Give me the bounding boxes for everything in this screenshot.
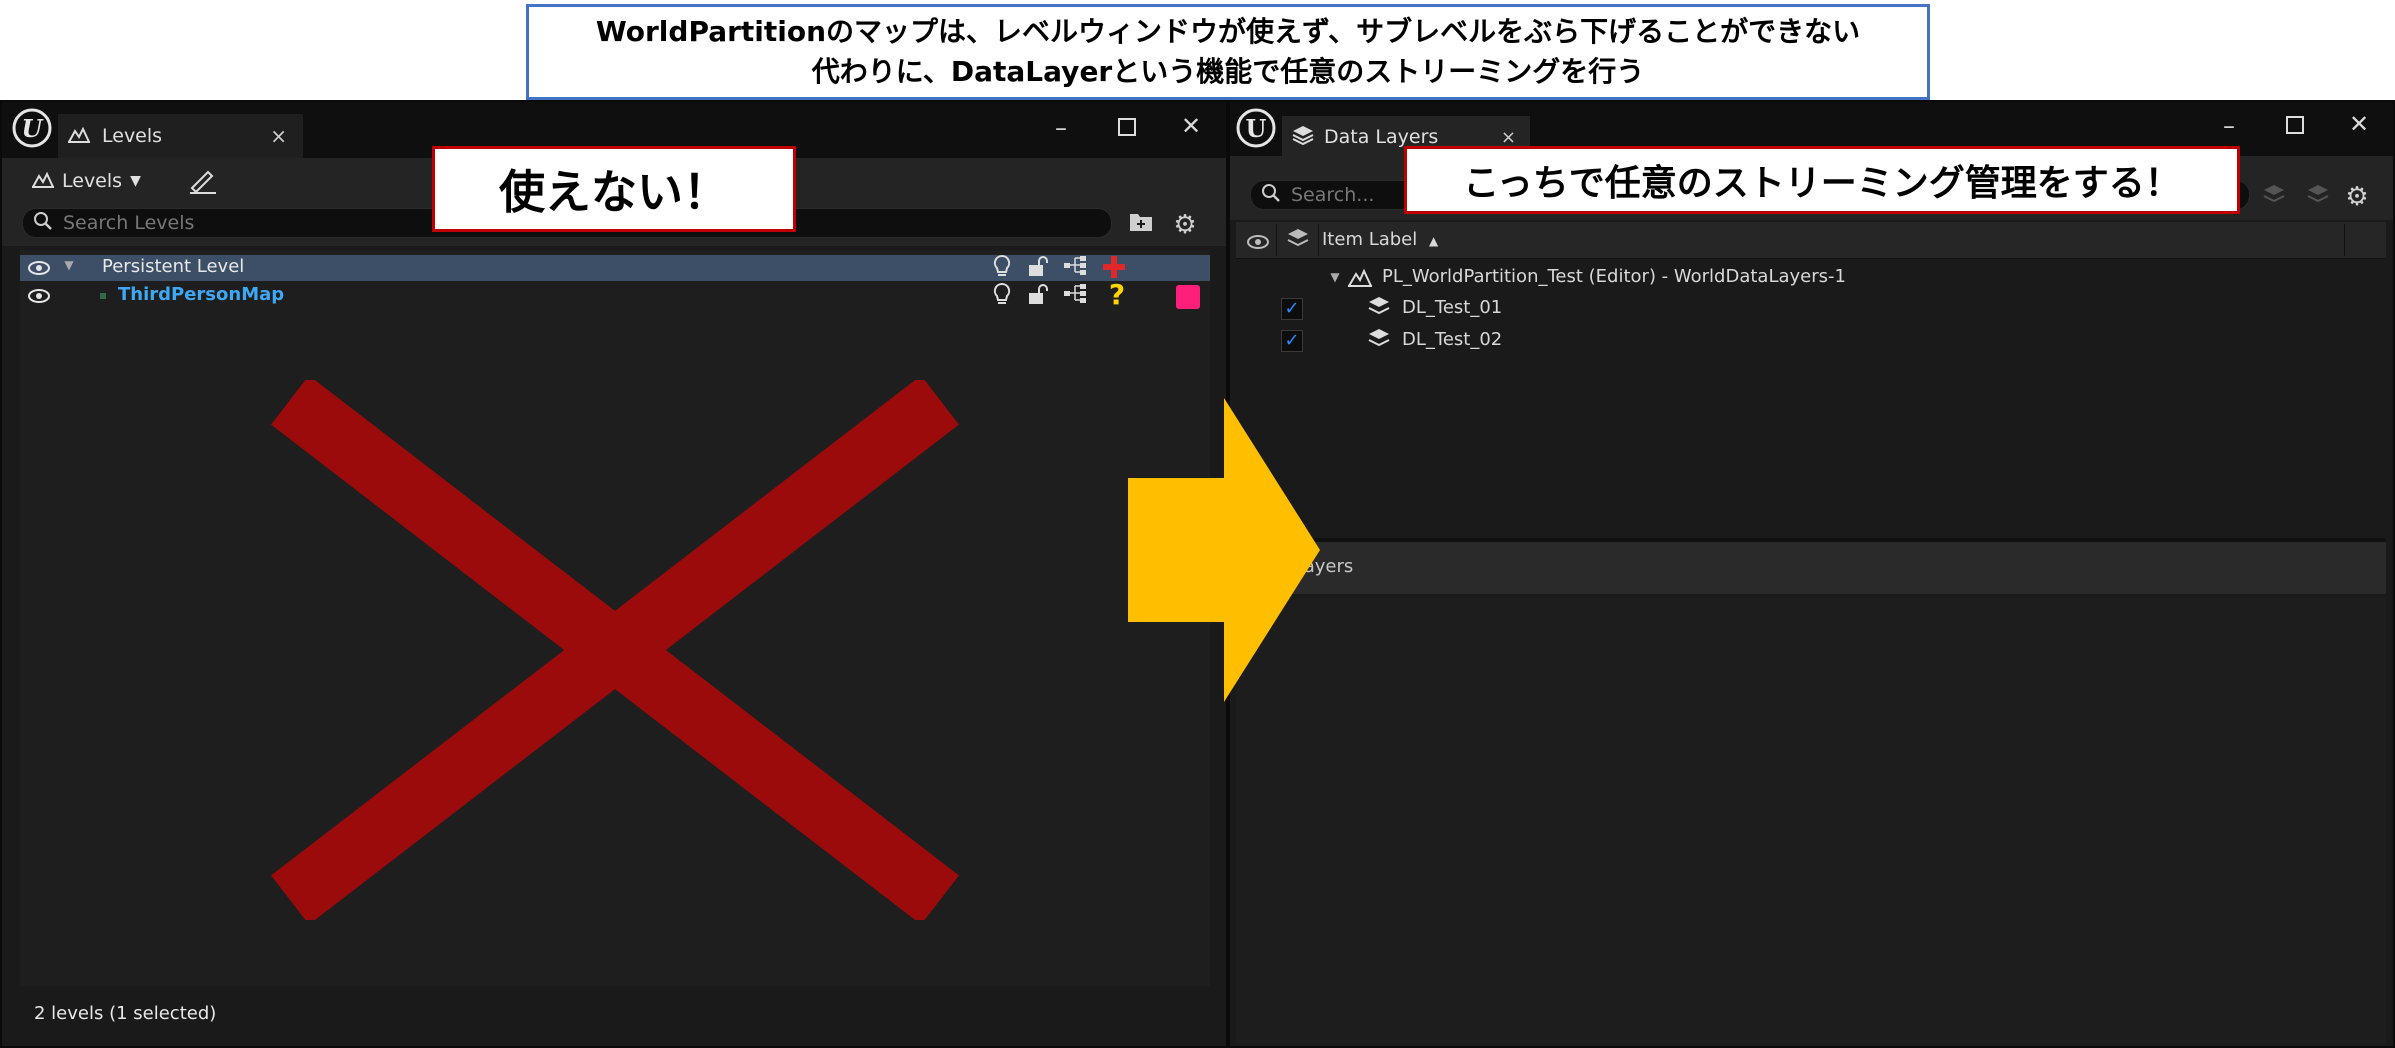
hierarchy-icon[interactable] [1062, 255, 1090, 281]
caption-line-1: WorldPartitionのマップは、レベルウィンドウが使えず、サブレベルをぶ… [595, 15, 1861, 48]
unusable-callout-text: 使えない！ [499, 165, 729, 219]
arrow-path [1128, 398, 1320, 702]
svg-text:U: U [1246, 114, 1267, 143]
levels-dropdown-label: Levels [62, 170, 123, 192]
remove-layer-icon[interactable] [2304, 184, 2332, 212]
column-divider [2344, 224, 2345, 256]
add-layer-icon[interactable] [2260, 184, 2288, 212]
close-window-icon[interactable]: ✕ [2344, 110, 2374, 140]
level-dot-icon [100, 293, 106, 299]
caption-line-2: 代わりに、DataLayerという機能で任意のストリーミングを行う [811, 55, 1645, 88]
maximize-icon[interactable] [2280, 112, 2310, 142]
details-panel [1236, 542, 2386, 594]
levels-tab-icon [67, 125, 91, 148]
layer-visible-checkbox[interactable]: ✓ [1281, 330, 1303, 352]
minimize-icon[interactable]: – [2214, 112, 2244, 142]
levels-search-placeholder: Search Levels [63, 212, 195, 234]
world-root-label[interactable]: PL_WorldPartition_Test (Editor) - WorldD… [1382, 266, 1846, 287]
tab-data-layers-label: Data Layers [1324, 126, 1439, 148]
eye-icon[interactable] [26, 256, 52, 280]
eye-icon[interactable] [26, 284, 52, 308]
pencil-icon[interactable] [186, 166, 220, 196]
unusable-callout: 使えない！ [432, 146, 796, 232]
search-icon [1261, 183, 1281, 208]
levels-dropdown-icon [31, 170, 55, 193]
data-layers-tab-icon [1292, 125, 1314, 150]
details-body [1236, 598, 2386, 1044]
close-tab-icon[interactable]: × [1501, 127, 1516, 148]
lightbulb-icon[interactable] [990, 254, 1014, 281]
level-color-swatch[interactable] [1176, 285, 1200, 309]
eye-icon[interactable] [1244, 230, 1272, 250]
close-tab-icon[interactable]: × [270, 124, 287, 148]
column-divider [1276, 224, 1277, 256]
new-folder-icon[interactable] [1126, 210, 1156, 238]
unreal-logo-icon: U [12, 106, 52, 150]
tab-levels[interactable]: Levels × [58, 114, 303, 158]
manage-callout: こっちで任意のストリーミング管理をする！ [1404, 146, 2240, 214]
levels-status-text: 2 levels (1 selected) [34, 1003, 217, 1024]
data-layer-label[interactable]: DL_Test_01 [1402, 297, 1502, 318]
arrow-shape [1128, 398, 1320, 702]
lock-open-icon[interactable] [1026, 255, 1050, 281]
item-label-header[interactable]: Item Label ▲ [1322, 229, 1438, 250]
gear-icon[interactable]: ⚙ [1170, 210, 1200, 240]
persistent-level-label: Persistent Level [102, 256, 245, 277]
chevron-down-icon: ▼ [130, 173, 141, 189]
sublevel-label[interactable]: ThirdPersonMap [118, 284, 284, 305]
data-layer-label[interactable]: DL_Test_02 [1402, 329, 1502, 350]
svg-text:U: U [22, 114, 45, 143]
column-divider [1318, 224, 1319, 256]
question-icon[interactable]: ? [1104, 280, 1130, 310]
close-window-icon[interactable]: ✕ [1176, 112, 1206, 142]
data-layer-icon [1368, 328, 1392, 350]
tab-levels-label: Levels [102, 125, 163, 147]
chevron-down-icon[interactable]: ▼ [58, 258, 80, 278]
gear-icon[interactable]: ⚙ [2342, 182, 2372, 212]
maximize-icon[interactable] [1112, 114, 1142, 144]
search-icon [33, 211, 53, 236]
layer-visible-checkbox[interactable]: ✓ [1281, 298, 1303, 320]
datalayers-search-placeholder: Search... [1291, 184, 1375, 206]
sort-ascending-icon: ▲ [1429, 234, 1439, 248]
levels-dropdown[interactable]: Levels ▼ [31, 166, 162, 196]
hierarchy-icon[interactable] [1062, 283, 1090, 309]
data-layer-icon [1368, 296, 1392, 318]
item-label-header-text: Item Label [1322, 229, 1418, 250]
lightbulb-icon[interactable] [990, 282, 1014, 309]
lock-open-icon[interactable] [1026, 283, 1050, 309]
minimize-icon[interactable]: – [1046, 114, 1076, 144]
layers-icon[interactable] [1284, 228, 1312, 252]
unreal-logo-icon: U [1236, 106, 1276, 150]
manage-callout-text: こっちで任意のストリーミング管理をする！ [1463, 163, 2181, 204]
cross-mark [271, 380, 959, 920]
chevron-down-icon[interactable]: ▼ [1326, 270, 1344, 288]
caption-box: WorldPartitionのマップは、レベルウィンドウが使えず、サブレベルをぶ… [526, 4, 1930, 100]
world-icon [1347, 268, 1374, 290]
